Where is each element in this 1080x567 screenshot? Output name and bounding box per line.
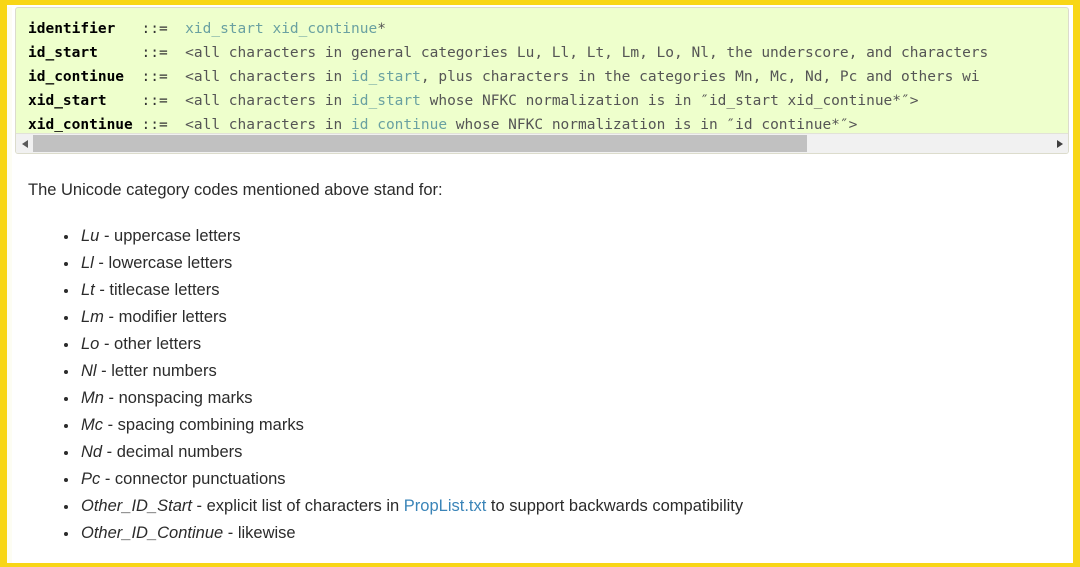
category-code: Pc <box>81 470 100 488</box>
category-code: Other_ID_Start <box>81 497 192 515</box>
list-item: Ll - lowercase letters <box>79 250 1063 277</box>
prose-section: The Unicode category codes mentioned abo… <box>12 179 1073 547</box>
category-code: Lu <box>81 227 99 245</box>
lead-paragraph: The Unicode category codes mentioned abo… <box>28 179 1063 201</box>
grammar-rule-name: xid_continue <box>28 117 142 132</box>
grammar-rule-name: identifier <box>28 21 142 37</box>
grammar-text: <all characters in <box>185 69 351 85</box>
category-code: Lo <box>81 335 99 353</box>
page-content: identifier ::= xid_start xid_continue*id… <box>7 7 1073 563</box>
arrow-right-icon <box>1057 140 1063 148</box>
grammar-operator: ::= <box>142 69 186 85</box>
grammar-text: , plus characters in the categories Mn, … <box>421 69 980 85</box>
code-lines: identifier ::= xid_start xid_continue*id… <box>28 17 1068 132</box>
category-code: Other_ID_Continue <box>81 524 223 542</box>
code-line: id_start ::= <all characters in general … <box>28 41 1068 65</box>
code-line: identifier ::= xid_start xid_continue* <box>28 17 1068 41</box>
scroll-left-button[interactable] <box>16 134 33 153</box>
category-code: Ll <box>81 254 94 272</box>
grammar-operator: ::= <box>142 45 186 61</box>
code-scroll-viewport[interactable]: identifier ::= xid_start xid_continue*id… <box>16 8 1068 132</box>
grammar-reference-link[interactable]: xid_continue <box>272 21 377 37</box>
grammar-rule-name: xid_start <box>28 93 142 109</box>
list-item: Lm - modifier letters <box>79 304 1063 331</box>
category-code: Lt <box>81 281 95 299</box>
scrollbar-thumb[interactable] <box>33 135 807 152</box>
list-item: Lu - uppercase letters <box>79 223 1063 250</box>
grammar-rule-name: id_start <box>28 45 142 61</box>
list-item: Pc - connector punctuations <box>79 466 1063 493</box>
scrollbar-track[interactable] <box>33 134 1051 153</box>
grammar-text: whose NFKC normalization is in ″id_conti… <box>447 117 857 132</box>
arrow-left-icon <box>22 140 28 148</box>
grammar-reference-link[interactable]: id_continue <box>351 117 447 132</box>
category-code: Mc <box>81 416 103 434</box>
grammar-operator: ::= <box>142 93 186 109</box>
list-item: Lo - other letters <box>79 331 1063 358</box>
category-code: Mn <box>81 389 104 407</box>
unicode-category-list: Lu - uppercase lettersLl - lowercase let… <box>21 223 1063 547</box>
grammar-reference-link[interactable]: id_start <box>351 69 421 85</box>
grammar-text: <all characters in <box>185 117 351 132</box>
code-line: xid_continue ::= <all characters in id_c… <box>28 113 1068 132</box>
code-line: xid_start ::= <all characters in id_star… <box>28 89 1068 113</box>
list-item: Mn - nonspacing marks <box>79 385 1063 412</box>
highlighted-page-region: identifier ::= xid_start xid_continue*id… <box>0 0 1080 567</box>
grammar-rule-name: id_continue <box>28 69 142 85</box>
category-code: Lm <box>81 308 104 326</box>
grammar-text: * <box>377 21 386 37</box>
code-line: id_continue ::= <all characters in id_st… <box>28 65 1068 89</box>
category-code: Nl <box>81 362 97 380</box>
horizontal-scrollbar[interactable] <box>16 133 1068 153</box>
grammar-reference-link[interactable]: xid_start <box>185 21 264 37</box>
grammar-text: <all characters in general categories Lu… <box>185 45 988 61</box>
category-code: Nd <box>81 443 102 461</box>
grammar-code-block: identifier ::= xid_start xid_continue*id… <box>15 7 1069 154</box>
list-item: Other_ID_Continue - likewise <box>79 520 1063 547</box>
scroll-right-button[interactable] <box>1051 134 1068 153</box>
grammar-text: whose NFKC normalization is in ″id_start… <box>421 93 919 109</box>
grammar-text: <all characters in <box>185 93 351 109</box>
grammar-reference-link[interactable]: id_start <box>351 93 421 109</box>
list-item: Lt - titlecase letters <box>79 277 1063 304</box>
grammar-operator: ::= <box>142 21 186 37</box>
list-item: Nd - decimal numbers <box>79 439 1063 466</box>
list-item: Nl - letter numbers <box>79 358 1063 385</box>
list-item: Mc - spacing combining marks <box>79 412 1063 439</box>
proplist-link[interactable]: PropList.txt <box>404 497 487 515</box>
grammar-operator: ::= <box>142 117 186 132</box>
list-item: Other_ID_Start - explicit list of charac… <box>79 493 1063 520</box>
